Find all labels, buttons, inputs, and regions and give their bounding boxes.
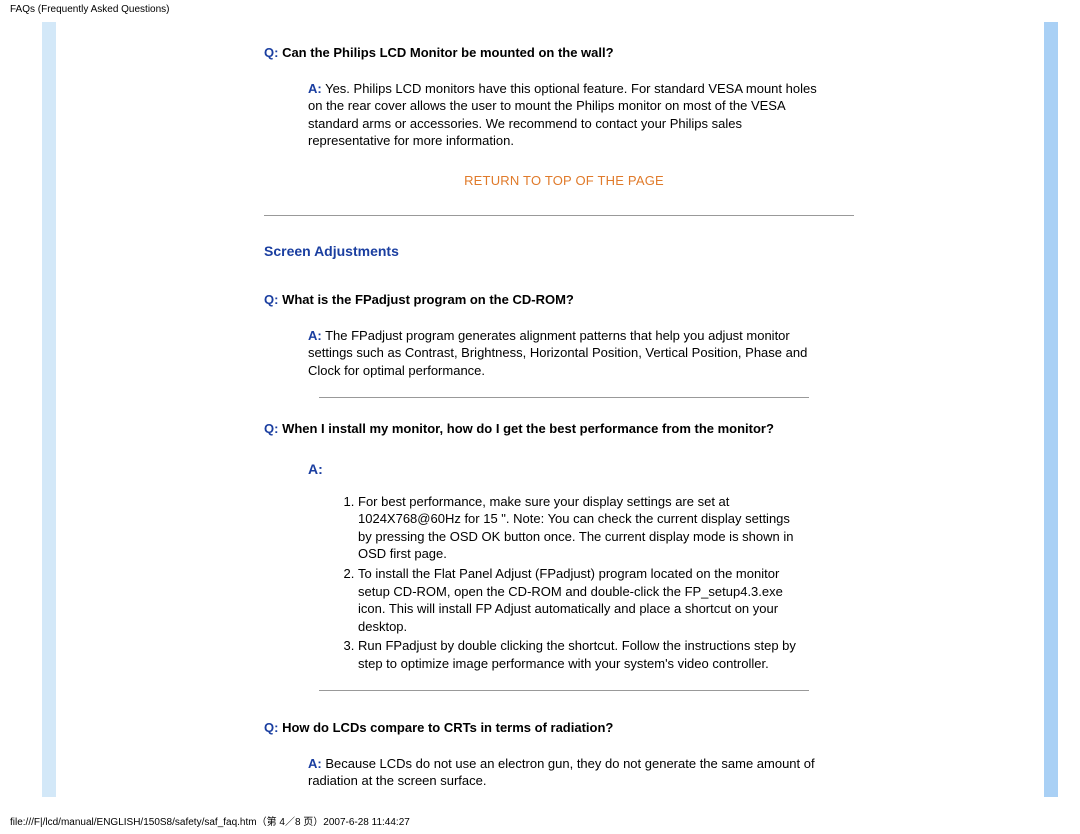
return-to-top-row: RETURN TO TOP OF THE PAGE <box>264 172 864 190</box>
faq-best-performance-steps: For best performance, make sure your dis… <box>334 493 804 672</box>
divider <box>319 690 809 691</box>
a-text: The FPadjust program generates alignment… <box>308 328 807 378</box>
q-label: Q: <box>264 720 278 735</box>
faq-page: FAQs (Frequently Asked Questions) Q: Can… <box>0 0 1080 834</box>
q-label: Q: <box>264 421 278 436</box>
divider <box>264 215 854 216</box>
q-text: What is the FPadjust program on the CD-R… <box>278 292 573 307</box>
a-text: Yes. Philips LCD monitors have this opti… <box>308 81 817 149</box>
q-label: Q: <box>264 292 278 307</box>
faq-wall-mount-question: Q: Can the Philips LCD Monitor be mounte… <box>264 44 864 62</box>
divider <box>319 397 809 398</box>
left-rail <box>42 22 56 797</box>
a-text: Because LCDs do not use an electron gun,… <box>308 756 815 789</box>
faq-fpadjust-question: Q: What is the FPadjust program on the C… <box>264 291 864 309</box>
a-label: A: <box>308 81 322 96</box>
faq-fpadjust-answer: A: The FPadjust program generates alignm… <box>308 327 818 380</box>
page-header-title: FAQs (Frequently Asked Questions) <box>10 4 170 15</box>
right-rail <box>1044 22 1058 797</box>
faq-radiation-question: Q: How do LCDs compare to CRTs in terms … <box>264 719 864 737</box>
q-label: Q: <box>264 45 278 60</box>
faq-best-performance-question: Q: When I install my monitor, how do I g… <box>264 420 864 438</box>
a-label: A: <box>308 756 322 771</box>
step-item: Run FPadjust by double clicking the shor… <box>358 637 804 672</box>
page-footer-path: file:///F|/lcd/manual/ENGLISH/150S8/safe… <box>10 813 410 828</box>
q-text: When I install my monitor, how do I get … <box>278 421 773 436</box>
step-item: To install the Flat Panel Adjust (FPadju… <box>358 565 804 635</box>
main-content: Q: Can the Philips LCD Monitor be mounte… <box>264 30 864 790</box>
q-text: How do LCDs compare to CRTs in terms of … <box>278 720 613 735</box>
a-label: A: <box>308 328 322 343</box>
section-screen-adjustments: Screen Adjustments <box>264 242 864 261</box>
faq-best-performance-a-label: A: <box>308 460 864 479</box>
faq-radiation-answer: A: Because LCDs do not use an electron g… <box>308 755 818 790</box>
step-item: For best performance, make sure your dis… <box>358 493 804 563</box>
return-to-top-link[interactable]: RETURN TO TOP OF THE PAGE <box>464 173 664 188</box>
faq-wall-mount-answer: A: Yes. Philips LCD monitors have this o… <box>308 80 818 150</box>
q-text: Can the Philips LCD Monitor be mounted o… <box>278 45 613 60</box>
